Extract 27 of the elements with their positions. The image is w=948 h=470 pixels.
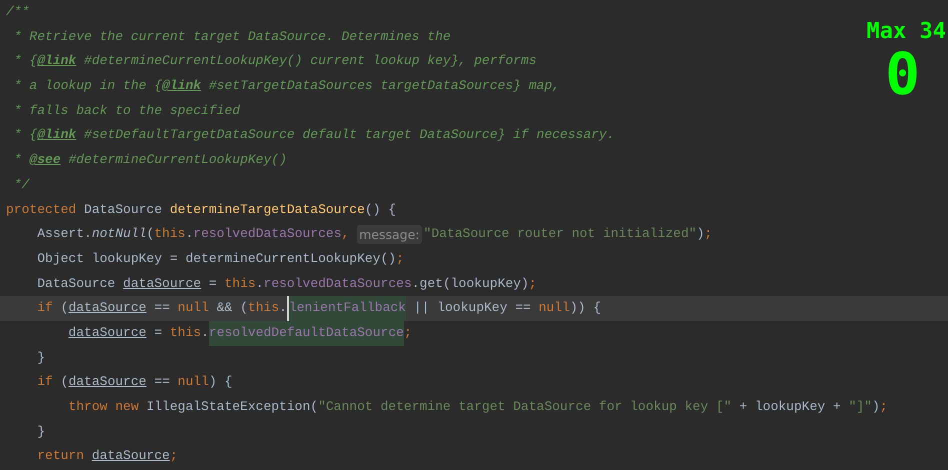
code-text: } — [36, 422, 46, 441]
code-text: throw new IllegalStateException("Cannot determine target DataSource for lookup key [" + lookupKey + "]"); — [67, 398, 888, 416]
code-text: return dataSource; — [36, 447, 178, 466]
combo-count: 0 — [884, 46, 920, 102]
doc-comment: * falls back to the specified — [12, 102, 240, 120]
doc-comment: * {@link #setDefaultTargetDataSource default target DataSource} if necessary. — [12, 126, 615, 144]
doc-comment: * {@link #determineCurrentLookupKey() current lookup key}, performs — [12, 52, 537, 70]
doc-comment: * Retrieve the current target DataSource. Determines the — [12, 28, 451, 46]
highlighted-identifier: lenientFallback — [286, 296, 406, 321]
code-text: dataSource = this. — [67, 324, 209, 342]
code-text: Object lookupKey = determineCurrentLookupKey(); — [36, 250, 404, 268]
code-text: || lookupKey == null)) { — [412, 299, 602, 318]
code-text: protected DataSource determineTargetDataSource() { — [6, 200, 396, 218]
doc-comment: * a lookup in the {@link #setTargetDataSources targetDataSources} map, — [12, 77, 560, 96]
highlighted-identifier: resolvedDefaultDataSource — [208, 320, 404, 346]
code-text: Assert.notNull(this.resolvedDataSources, — [36, 225, 350, 244]
code-text: DataSource dataSource = this.resolvedDataSources.get(lookupKey); — [36, 274, 537, 293]
parameter-hint: message: — [357, 225, 422, 244]
max-combo-label: Max 34 — [866, 18, 946, 46]
doc-comment: * @see #determineCurrentLookupKey() — [12, 151, 287, 170]
code-text: if (dataSource == null && (this. — [36, 299, 287, 318]
code-text: ; — [404, 324, 412, 342]
doc-comment: /** — [6, 3, 30, 21]
code-text: "DataSource router not initialized"); — [424, 225, 712, 244]
code-text: } — [36, 348, 46, 367]
doc-comment: */ — [12, 176, 30, 194]
code-text: if (dataSource == null) { — [36, 373, 232, 392]
